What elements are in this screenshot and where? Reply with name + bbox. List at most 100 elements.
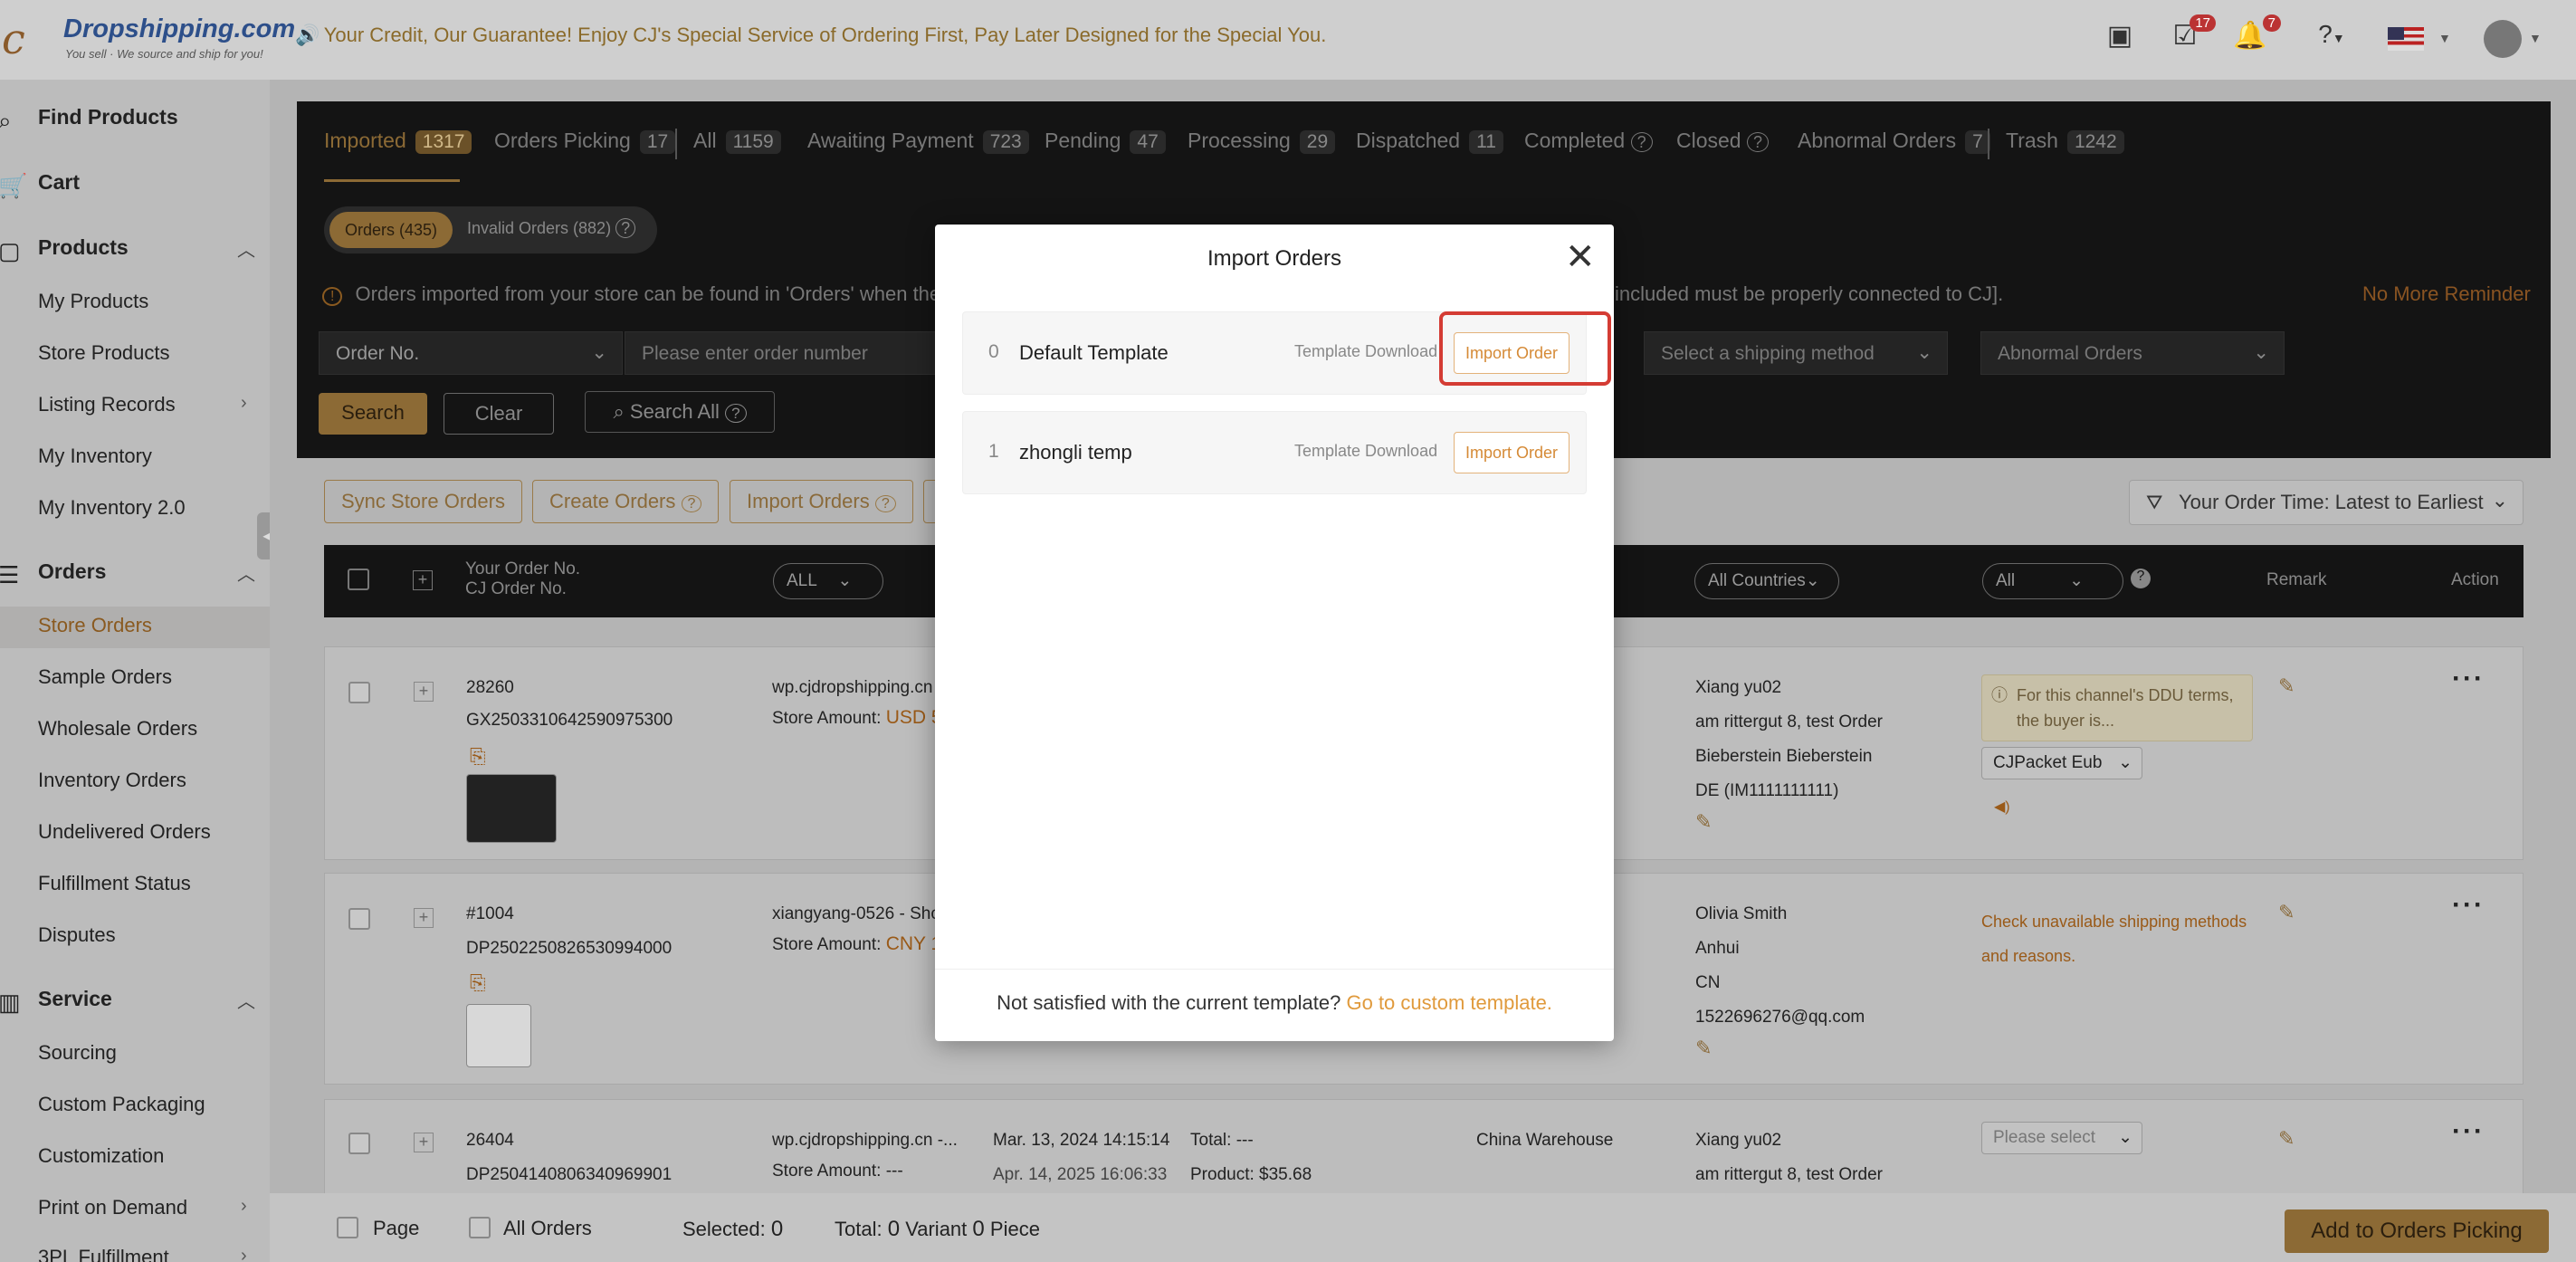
tab-completed[interactable]: Completed ? [1524, 129, 1653, 153]
sidebar-item-undelivered-orders[interactable]: Undelivered Orders [38, 820, 211, 844]
copy-icon[interactable]: ⎘ [470, 971, 486, 995]
expand-icon[interactable]: + [414, 1133, 434, 1152]
tab-trash[interactable]: Trash 1242 [2006, 129, 2124, 154]
row-checkbox[interactable] [348, 682, 370, 703]
tab-orders-picking[interactable]: Orders Picking 17 [494, 129, 676, 154]
tab-pending[interactable]: Pending 47 [1045, 129, 1166, 154]
shipping-method-select[interactable]: Select a shipping method ⌄ [1644, 331, 1948, 375]
sidebar-cart[interactable]: 🛒 Cart [0, 170, 80, 206]
order-no-select[interactable]: Order No. ⌄ [319, 331, 623, 375]
tab-abnormal-orders[interactable]: Abnormal Orders 7 [1798, 129, 1990, 154]
sidebar-products[interactable]: ▢ Products ︿ [0, 235, 255, 272]
logo[interactable]: c Dropshipping.com You sell · We source … [0, 11, 295, 65]
video-icon[interactable]: ▣ [2102, 20, 2138, 56]
subtab-invalid-orders[interactable]: Invalid Orders (882) ? [467, 218, 636, 238]
sync-store-orders-button[interactable]: Sync Store Orders [324, 480, 522, 523]
tab-awaiting-payment[interactable]: Awaiting Payment 723 [807, 129, 1029, 154]
cj-order-no[interactable]: GX2503310642590975300 [466, 711, 673, 731]
search-all-button[interactable]: ⌕ Search All ? [585, 391, 775, 433]
tab-all[interactable]: All 1159 [693, 129, 781, 154]
sidebar-item-sample-orders[interactable]: Sample Orders [38, 665, 172, 689]
no-more-reminder-link[interactable]: No More Reminder [2362, 282, 2531, 306]
promo-banner[interactable]: 🔊 Your Credit, Our Guarantee! Enjoy CJ's… [295, 24, 1326, 47]
import-order-button[interactable]: Import Order [1454, 432, 1569, 473]
shipping-filter-pill[interactable]: All ⌄ [1982, 563, 2123, 599]
help-icon[interactable]: ? [2131, 569, 2151, 588]
tab-dispatched[interactable]: Dispatched 11 [1356, 129, 1503, 154]
sidebar-item-my-inventory-2[interactable]: My Inventory 2.0 [38, 496, 186, 520]
page-checkbox[interactable] [337, 1217, 358, 1238]
remark-edit-icon[interactable]: ✎ [2278, 901, 2295, 924]
custom-template-link[interactable]: Go to custom template. [1346, 991, 1551, 1014]
expand-all-icon[interactable]: + [413, 570, 433, 590]
remark-edit-icon[interactable]: ✎ [2278, 674, 2295, 698]
us-flag-icon[interactable] [2388, 27, 2424, 51]
select-all-checkbox[interactable] [348, 569, 369, 590]
product-thumbnail[interactable] [466, 1004, 531, 1067]
expand-icon[interactable]: + [414, 908, 434, 928]
close-icon[interactable]: ✕ [1565, 239, 1596, 275]
sidebar-item-my-products[interactable]: My Products [38, 290, 148, 313]
copy-icon[interactable]: ⎘ [470, 745, 486, 769]
check-shipping-link[interactable]: Check unavailable shipping methods and r… [1981, 904, 2262, 973]
sidebar-item-wholesale-orders[interactable]: Wholesale Orders [38, 717, 197, 741]
order-number-input[interactable]: Please enter order number [625, 331, 950, 375]
chevron-down-icon[interactable]: ▼ [2438, 31, 2451, 45]
sidebar-item-sourcing[interactable]: Sourcing [38, 1041, 117, 1065]
edit-icon[interactable]: ✎ [1695, 810, 1712, 834]
sidebar-item-store-orders[interactable]: Store Orders [38, 614, 152, 637]
countries-filter-pill[interactable]: All Countries⌄ [1694, 563, 1839, 599]
clear-button[interactable]: Clear [444, 393, 554, 435]
header-cj-order: CJ Order No. [465, 579, 567, 598]
more-actions-icon[interactable]: ··· [2452, 890, 2485, 921]
sidebar-orders[interactable]: ☰ Orders ︿ [0, 559, 255, 596]
tasks-icon[interactable]: ☑ 17 [2167, 14, 2216, 56]
total-label: Total: [835, 1218, 883, 1240]
expand-icon[interactable]: + [414, 682, 434, 702]
store-filter-pill[interactable]: ALL ⌄ [773, 563, 883, 599]
cj-order-no[interactable]: DP2504140806340969901 [466, 1165, 672, 1185]
sidebar-item-my-inventory[interactable]: My Inventory [38, 445, 152, 468]
template-download-link[interactable]: Template Download [1294, 442, 1437, 461]
sidebar-item-customization[interactable]: Customization [38, 1144, 164, 1168]
remark-edit-icon[interactable]: ✎ [2278, 1127, 2295, 1151]
tab-imported[interactable]: Imported 1317 [324, 129, 472, 154]
sidebar-item-fulfillment-status[interactable]: Fulfillment Status [38, 872, 191, 895]
sidebar-item-3pl-fulfillment[interactable]: 3PL Fulfillment › [38, 1246, 247, 1262]
sidebar-service[interactable]: ▥ Service ︿ [0, 987, 255, 1023]
all-orders-checkbox[interactable] [469, 1217, 491, 1238]
sidebar-find-products[interactable]: ⌕ Find Products [0, 105, 178, 141]
subtab-orders[interactable]: Orders (435) [329, 212, 453, 248]
avatar[interactable] [2484, 20, 2522, 58]
sort-select[interactable]: ⛛ Your Order Time: Latest to Earliest ⌄ [2129, 480, 2524, 525]
sidebar-item-inventory-orders[interactable]: Inventory Orders [38, 769, 186, 792]
ddu-warning[interactable]: ⓘ For this channel's DDU terms, the buyer… [1981, 674, 2253, 741]
sidebar-item-disputes[interactable]: Disputes [38, 923, 116, 947]
row-checkbox[interactable] [348, 1133, 370, 1154]
sidebar-item-print-on-demand[interactable]: Print on Demand › [38, 1196, 247, 1219]
abnormal-orders-select[interactable]: Abnormal Orders ⌄ [1980, 331, 2285, 375]
help-icon[interactable]: ?▼ [2314, 20, 2350, 56]
more-actions-icon[interactable]: ··· [2452, 664, 2485, 694]
shipping-method-select[interactable]: CJPacket Eub ⌄ [1981, 747, 2142, 779]
store-amount: USD 5 [885, 707, 942, 728]
cj-order-no[interactable]: DP2502250826530994000 [466, 939, 672, 959]
row-checkbox[interactable] [348, 908, 370, 930]
sidebar-item-listing-records[interactable]: Listing Records › [38, 393, 247, 416]
template-download-link[interactable]: Template Download [1294, 342, 1437, 361]
tab-processing[interactable]: Processing 29 [1188, 129, 1336, 154]
shipping-method-select[interactable]: Please select ⌄ [1981, 1122, 2142, 1154]
bell-icon[interactable]: 🔔 7 [2232, 14, 2281, 56]
tab-closed[interactable]: Closed ? [1676, 129, 1770, 153]
product-thumbnail[interactable] [466, 774, 557, 843]
edit-icon[interactable]: ✎ [1695, 1037, 1712, 1060]
sidebar-item-custom-packaging[interactable]: Custom Packaging [38, 1093, 205, 1116]
customer-address-1: Anhui [1695, 939, 1740, 958]
import-orders-button[interactable]: Import Orders ? [730, 480, 913, 523]
sidebar-item-store-products[interactable]: Store Products [38, 341, 170, 365]
add-to-orders-picking-button[interactable]: Add to Orders Picking [2285, 1209, 2549, 1253]
create-orders-button[interactable]: Create Orders ? [532, 480, 720, 523]
chevron-down-icon[interactable]: ▼ [2529, 31, 2542, 45]
more-actions-icon[interactable]: ··· [2452, 1116, 2485, 1147]
search-button[interactable]: Search [319, 393, 427, 435]
